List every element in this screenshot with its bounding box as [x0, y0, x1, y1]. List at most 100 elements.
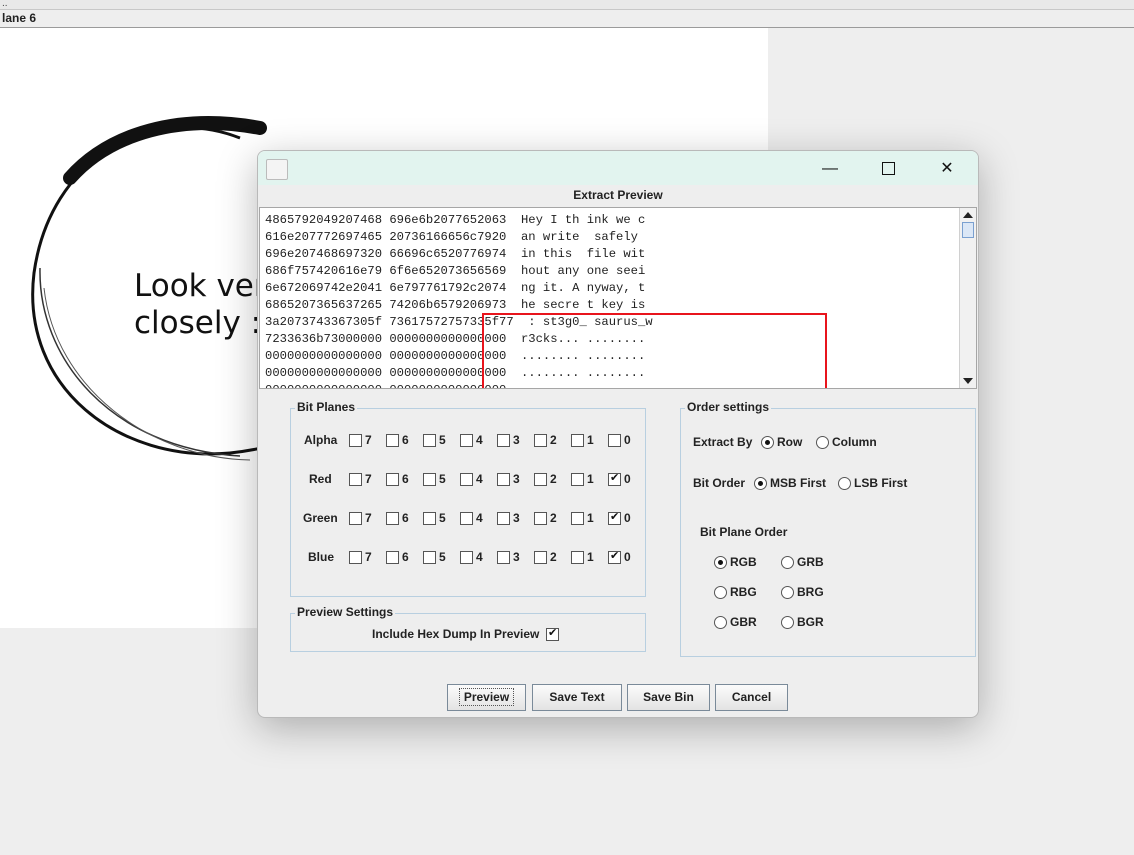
red-bit-6-label: 6: [402, 472, 409, 486]
blue-bit-3-label: 3: [513, 550, 520, 564]
red-bit-0-label: 0: [624, 472, 631, 486]
cancel-button[interactable]: Cancel: [715, 684, 788, 711]
red-bit-3-label: 3: [513, 472, 520, 486]
alpha-bit-2-checkbox[interactable]: [534, 434, 547, 447]
blue-bit-0-label: 0: [624, 550, 631, 564]
alpha-bit-4-checkbox[interactable]: [460, 434, 473, 447]
blue-bit-1-checkbox[interactable]: [571, 551, 584, 564]
green-bit-0-checkbox[interactable]: [608, 510, 621, 525]
blue-bit-6-checkbox[interactable]: [386, 551, 399, 564]
red-bit-1-checkbox[interactable]: [571, 473, 584, 486]
blue-bit-0-checkbox[interactable]: [608, 549, 621, 564]
red-bit-5-checkbox[interactable]: [423, 473, 436, 486]
preview-scrollbar[interactable]: [959, 208, 976, 388]
alpha-bit-1-checkbox[interactable]: [571, 434, 584, 447]
maximize-button[interactable]: [865, 155, 911, 183]
order-rgb-label[interactable]: RGB: [730, 555, 757, 569]
include-hex-checkbox[interactable]: [546, 626, 559, 641]
alpha-bit-6-checkbox[interactable]: [386, 434, 399, 447]
bit-planes-title: Bit Planes: [295, 400, 358, 414]
hex-dump-line: 6865207365637265 74206b6579206973 he sec…: [265, 298, 646, 312]
order-rbg-radio[interactable]: [714, 586, 727, 599]
green-bit-3-label: 3: [513, 511, 520, 525]
red-bit-6-checkbox[interactable]: [386, 473, 399, 486]
green-bit-4-checkbox[interactable]: [460, 512, 473, 525]
lsb-first-label[interactable]: LSB First: [854, 476, 907, 490]
channel-label-alpha: Alpha: [304, 433, 338, 447]
scroll-down-icon[interactable]: [963, 378, 973, 384]
alpha-bit-7-checkbox[interactable]: [349, 434, 362, 447]
msb-first-radio[interactable]: [754, 477, 767, 490]
extract-by-column-label[interactable]: Column: [832, 435, 877, 449]
order-grb-label[interactable]: GRB: [797, 555, 824, 569]
green-bit-2-label: 2: [550, 511, 557, 525]
green-bit-4-label: 4: [476, 511, 483, 525]
preview-title: Extract Preview: [573, 188, 663, 202]
save-text-button[interactable]: Save Text: [532, 684, 622, 711]
hex-dump-line: 696e207468697320 66696c6520776974 in thi…: [265, 247, 646, 261]
blue-bit-4-checkbox[interactable]: [460, 551, 473, 564]
order-brg-label[interactable]: BRG: [797, 585, 824, 599]
minimize-button[interactable]: —: [807, 155, 853, 183]
scroll-up-icon[interactable]: [963, 212, 973, 218]
red-bit-7-checkbox[interactable]: [349, 473, 362, 486]
plane-label-bar: lane 6: [0, 10, 1134, 28]
red-bit-4-checkbox[interactable]: [460, 473, 473, 486]
blue-bit-7-label: 7: [365, 550, 372, 564]
green-bit-7-checkbox[interactable]: [349, 512, 362, 525]
green-bit-1-checkbox[interactable]: [571, 512, 584, 525]
maximize-icon: [881, 162, 895, 176]
alpha-bit-5-label: 5: [439, 433, 446, 447]
preview-settings-group: Preview Settings Include Hex Dump In Pre…: [290, 605, 646, 652]
red-bit-2-checkbox[interactable]: [534, 473, 547, 486]
extract-by-row-label[interactable]: Row: [777, 435, 802, 449]
close-button[interactable]: ✕: [924, 155, 970, 183]
dialog-titlebar[interactable]: — ✕: [258, 151, 978, 185]
order-brg-radio[interactable]: [781, 586, 794, 599]
bit-planes-group: Bit Planes Alpha 7 6 5 4 3 2 1 0 Red 7 6 5 4 3 2 1 0 Green…: [290, 400, 646, 597]
blue-bit-2-label: 2: [550, 550, 557, 564]
save-bin-button[interactable]: Save Bin: [627, 684, 710, 711]
green-bit-6-label: 6: [402, 511, 409, 525]
alpha-bit-3-checkbox[interactable]: [497, 434, 510, 447]
order-bgr-radio[interactable]: [781, 616, 794, 629]
alpha-bit-2-label: 2: [550, 433, 557, 447]
blue-bit-2-checkbox[interactable]: [534, 551, 547, 564]
green-bit-6-checkbox[interactable]: [386, 512, 399, 525]
order-bgr-label[interactable]: BGR: [797, 615, 824, 629]
red-bit-0-checkbox[interactable]: [608, 471, 621, 486]
red-bit-5-label: 5: [439, 472, 446, 486]
green-bit-5-checkbox[interactable]: [423, 512, 436, 525]
alpha-bit-5-checkbox[interactable]: [423, 434, 436, 447]
scroll-thumb[interactable]: [962, 222, 974, 238]
plane-label: lane 6: [2, 11, 37, 25]
extract-by-column-radio[interactable]: [816, 436, 829, 449]
blue-bit-5-checkbox[interactable]: [423, 551, 436, 564]
order-rgb-radio[interactable]: [714, 556, 727, 569]
lsb-first-radio[interactable]: [838, 477, 851, 490]
hex-dump-line: 6e672069742e2041 6e797761792c2074 ng it.…: [265, 281, 646, 295]
preview-button[interactable]: Preview: [447, 684, 526, 711]
alpha-bit-1-label: 1: [587, 433, 594, 447]
order-gbr-radio[interactable]: [714, 616, 727, 629]
blue-bit-1-label: 1: [587, 550, 594, 564]
msb-first-label[interactable]: MSB First: [770, 476, 826, 490]
blue-bit-6-label: 6: [402, 550, 409, 564]
preview-button-label: Preview: [458, 688, 515, 706]
order-grb-radio[interactable]: [781, 556, 794, 569]
alpha-bit-7-label: 7: [365, 433, 372, 447]
extract-by-row-radio[interactable]: [761, 436, 774, 449]
red-bit-1-label: 1: [587, 472, 594, 486]
blue-bit-3-checkbox[interactable]: [497, 551, 510, 564]
bit-order-label: Bit Order: [693, 476, 746, 490]
alpha-bit-4-label: 4: [476, 433, 483, 447]
order-rbg-label[interactable]: RBG: [730, 585, 757, 599]
red-bit-3-checkbox[interactable]: [497, 473, 510, 486]
green-bit-2-checkbox[interactable]: [534, 512, 547, 525]
green-bit-3-checkbox[interactable]: [497, 512, 510, 525]
preview-text-area[interactable]: 4865792049207468 696e6b2077652063 Hey I …: [259, 207, 977, 389]
alpha-bit-0-checkbox[interactable]: [608, 434, 621, 447]
blue-bit-7-checkbox[interactable]: [349, 551, 362, 564]
blue-bit-5-label: 5: [439, 550, 446, 564]
order-gbr-label[interactable]: GBR: [730, 615, 757, 629]
